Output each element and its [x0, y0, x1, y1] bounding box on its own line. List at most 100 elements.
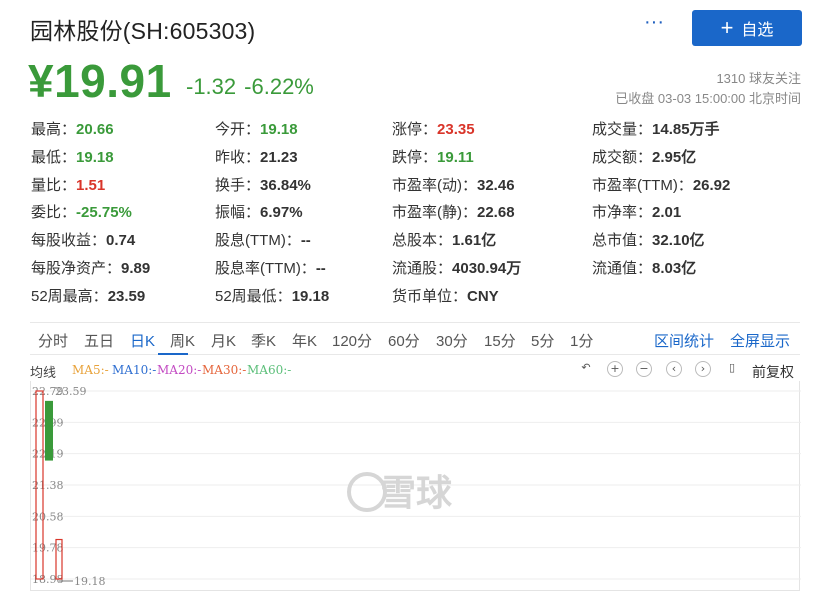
stat-label: 流通股：: [392, 260, 453, 277]
ma-legend-bar: 均线 前复权 MA5:- MA10:- MA20:- MA30:- MA60:- ↶ + − ‹…: [30, 361, 800, 381]
tab-8[interactable]: 60分: [388, 330, 420, 351]
stat-label: 每股净资产：: [31, 260, 122, 277]
stock-title: 园林股份(SH:605303): [30, 18, 256, 44]
stats-row: 最高：20.66 今开：19.18 涨停：23.35 成交量：14.85万手: [31, 118, 811, 138]
tab-0[interactable]: 分时: [38, 330, 68, 351]
stat-label: 最低：: [31, 148, 77, 166]
stat-item: 市盈率(TTM)：26.92: [592, 174, 730, 195]
stat-value: 32.10亿: [652, 232, 705, 250]
watermark-text: 雪球: [380, 473, 453, 514]
pin-icon[interactable]: ▯: [724, 361, 740, 377]
tab-5[interactable]: 季K: [251, 330, 276, 351]
stat-item: 流通股：4030.94万: [392, 257, 521, 278]
stat-value: 4030.94万: [452, 260, 522, 277]
ma-legend-item: MA5:-: [72, 363, 109, 377]
stats-row: 52周最高：23.59 52周最低：19.18 货币单位：CNY: [31, 285, 811, 305]
stat-value: 1.61亿: [452, 232, 497, 250]
stats-row: 每股净资产：9.89 股息率(TTM)：-- 流通股：4030.94万 流通值：8.0…: [31, 257, 811, 277]
price-change-percent: -6.22%: [244, 74, 314, 99]
adjust-mode-dropdown[interactable]: 前复权: [752, 362, 794, 382]
stat-label: 最高：: [31, 121, 77, 138]
stat-label: 涨停：: [392, 121, 438, 138]
current-price: ¥19.91: [28, 55, 172, 107]
candle: [45, 400, 53, 461]
stat-item: 货币单位：CNY: [392, 285, 499, 306]
stat-label: 成交额：: [592, 148, 653, 166]
low-annotation: 19.18: [74, 575, 106, 588]
stat-value: 2.01: [652, 204, 682, 222]
stat-label: 今开：: [215, 121, 261, 138]
stat-item: 总市值：32.10亿: [592, 229, 705, 250]
stat-value: 14.85万手: [652, 121, 720, 138]
stat-item: 成交量：14.85万手: [592, 118, 720, 139]
stat-value: 8.03亿: [652, 260, 697, 277]
stat-label: 流通值：: [592, 260, 653, 277]
stat-label: 总股本：: [392, 232, 453, 250]
tab-6[interactable]: 年K: [292, 330, 317, 351]
y-tick-label: 20.58: [32, 510, 64, 523]
ma-legend-item: MA10:-: [112, 363, 157, 377]
tab-12[interactable]: 1分: [570, 330, 593, 351]
stat-label: 市盈率(动)：: [392, 176, 477, 194]
fullscreen-link[interactable]: 全屏显示: [730, 330, 790, 351]
undo-icon[interactable]: ↶: [578, 361, 594, 377]
zoom-out-icon[interactable]: −: [636, 361, 652, 377]
stat-value: 6.97%: [260, 204, 303, 222]
pan-right-icon[interactable]: ›: [695, 361, 711, 377]
stats-row: 最低：19.18 昨收：21.23 跌停：19.11 成交额：2.95亿: [31, 146, 811, 166]
stat-label: 52周最低：: [215, 287, 292, 305]
stat-value: 1.51: [76, 176, 106, 194]
stat-value: 19.11: [437, 148, 474, 166]
period-tabs: 分时 五日 日K 周K 月K 季K 年K 120分 60分 30分 15分 5分 1分 区间统计 全屏显示: [30, 322, 800, 355]
kline-chart[interactable]: 22.7922.9922.1921.3820.5819.7818.98雪球23.…: [30, 381, 801, 591]
stat-value: 20.66: [76, 121, 114, 138]
stat-item: 总股本：1.61亿: [392, 229, 496, 250]
stat-item: 流通值：8.03亿: [592, 257, 696, 278]
stat-item: 跌停：19.11: [392, 146, 474, 167]
stat-item: 成交额：2.95亿: [592, 146, 696, 167]
tab-10[interactable]: 15分: [484, 330, 516, 351]
stat-item: 换手：36.84%: [215, 174, 311, 195]
stat-item: 股息率(TTM)：--: [215, 257, 326, 278]
stat-item: 最高：20.66: [31, 118, 114, 139]
y-tick-label: 21.38: [32, 479, 64, 492]
pan-left-icon[interactable]: ‹: [666, 361, 682, 377]
stat-item: 股息(TTM)：--: [215, 229, 311, 250]
plus-icon: +: [720, 15, 734, 40]
stat-label: 52周最高：: [31, 287, 108, 305]
tab-9[interactable]: 30分: [436, 330, 468, 351]
more-options-icon[interactable]: ···: [642, 12, 666, 37]
tab-11[interactable]: 5分: [531, 330, 554, 351]
stat-value: 0.74: [106, 232, 136, 250]
add-watchlist-label: 自选: [741, 22, 774, 39]
add-watchlist-button[interactable]: + 自选: [692, 10, 802, 46]
ma-legend-item: MA20:-: [157, 363, 202, 377]
y-tick-label: 19.78: [32, 542, 64, 555]
stat-label: 跌停：: [392, 148, 438, 166]
kline-chart-svg: 22.7922.9922.1921.3820.5819.7818.98雪球23.…: [31, 385, 801, 588]
zoom-in-icon[interactable]: +: [607, 361, 623, 377]
tab-2[interactable]: 日K: [130, 330, 155, 351]
stat-label: 委比：: [31, 204, 77, 222]
stat-label: 量比：: [31, 176, 77, 194]
stat-value: 19.18: [76, 148, 114, 166]
stat-value: 9.89: [121, 260, 151, 277]
tab-3[interactable]: 周K: [170, 330, 195, 351]
price-change-value: -1.32: [186, 74, 237, 99]
stat-value: 23.35: [437, 121, 475, 138]
stat-label: 市净率：: [592, 204, 653, 222]
stat-item: 每股净资产：9.89: [31, 257, 150, 278]
stat-item: 委比：-25.75%: [31, 201, 132, 222]
stat-value: CNY: [467, 287, 499, 305]
stat-item: 今开：19.18: [215, 118, 298, 139]
stats-row: 量比：1.51 换手：36.84% 市盈率(动)：32.46 市盈率(TTM)：26.…: [31, 174, 811, 194]
stat-label: 股息(TTM)：: [215, 232, 301, 250]
tab-4[interactable]: 月K: [211, 330, 236, 351]
price-change: -1.32 -6.22%: [186, 74, 314, 100]
range-stats-link[interactable]: 区间统计: [654, 330, 714, 351]
followers-count[interactable]: 1310 球友关注: [716, 68, 801, 87]
stat-label: 股息率(TTM)：: [215, 260, 316, 277]
stat-value: 26.92: [692, 176, 731, 194]
tab-7[interactable]: 120分: [332, 330, 372, 351]
tab-1[interactable]: 五日: [84, 330, 114, 351]
